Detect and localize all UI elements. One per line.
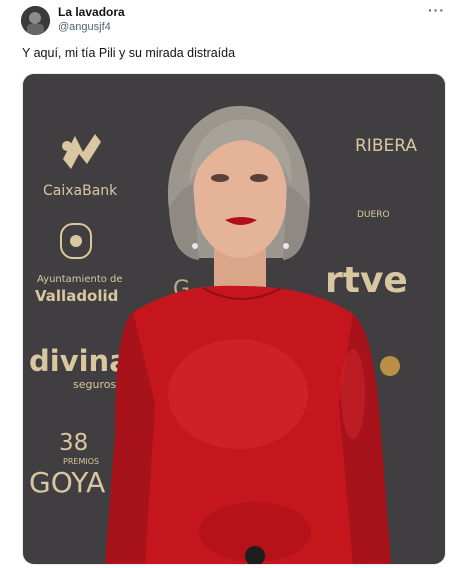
hidden-logo-circle	[380, 356, 400, 376]
photo-scene: CaixaBank Ayuntamiento de Valladolid RIB…	[23, 74, 445, 564]
seguros-label: seguros	[73, 378, 116, 391]
tweet-text: Y aquí, mi tía Pili y su mirada distraíd…	[22, 46, 236, 60]
valladolid-label: Valladolid	[35, 287, 118, 305]
duero-label: DUERO	[357, 210, 390, 220]
divina-label: divina	[29, 344, 129, 378]
avatar[interactable]	[21, 6, 50, 35]
more-options-icon[interactable]: ···	[428, 2, 445, 18]
author-handle[interactable]: @angusjf4	[58, 21, 111, 33]
goya-number: 38	[59, 430, 88, 456]
author-name[interactable]: La lavadora	[58, 5, 125, 19]
tweet-card: La lavadora @angusjf4 ··· Y aquí, mi tía…	[0, 0, 453, 568]
goya-label: GOYA	[29, 466, 105, 499]
ayuntamiento-label: Ayuntamiento de	[37, 274, 123, 285]
premios-label: PREMIOS	[63, 457, 99, 466]
ribera-label: RIBERA	[355, 136, 417, 156]
caixabank-label: CaixaBank	[43, 183, 118, 199]
rtve-label: rtve	[325, 260, 408, 301]
tweet-photo[interactable]: CaixaBank Ayuntamiento de Valladolid RIB…	[22, 73, 446, 565]
